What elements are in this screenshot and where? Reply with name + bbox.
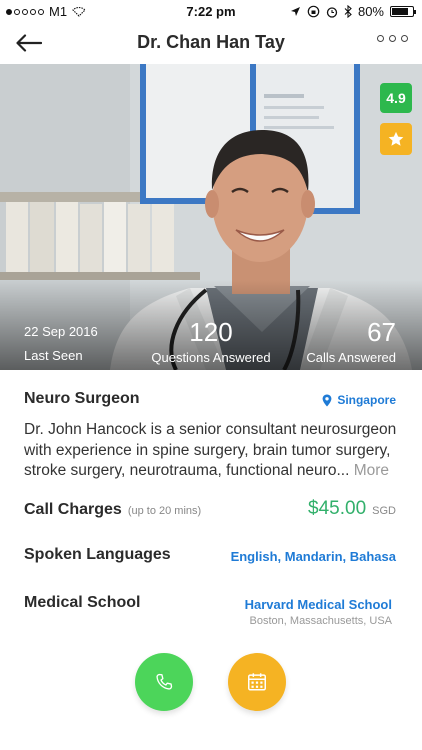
location-arrow-icon (290, 7, 300, 16)
calendar-icon (248, 673, 266, 691)
doctor-bio: Dr. John Hancock is a senior consultant … (24, 420, 400, 482)
calls-answered-count: 67 (367, 317, 396, 347)
phone-icon (156, 673, 173, 690)
price-currency: SGD (372, 505, 396, 517)
rating-badge: 4.9 (380, 83, 412, 113)
status-bar: M1 7:22 pm 80% (0, 0, 422, 22)
battery-icon (390, 6, 416, 17)
arrow-left-icon (16, 34, 42, 52)
bio-more-link[interactable]: More (354, 462, 389, 479)
medical-school-link[interactable]: Harvard Medical School (245, 597, 392, 612)
medical-school-label: Medical School (24, 594, 141, 611)
alarm-icon (326, 6, 338, 18)
doctor-hero: 4.9 22 Sep 2016 Last Seen 120 Questions … (0, 64, 422, 370)
map-pin-icon (322, 394, 332, 406)
price-amount: $45.00 (308, 498, 367, 519)
spoken-languages-label: Spoken Languages (24, 546, 171, 563)
nav-bar: Dr. Chan Han Tay (0, 22, 422, 64)
spoken-languages-value: English, Mandarin, Bahasa (230, 549, 396, 564)
page-title: Dr. Chan Han Tay (137, 32, 285, 52)
questions-answered-count: 120 (189, 317, 233, 347)
star-icon (388, 131, 404, 146)
back-button[interactable] (12, 28, 46, 58)
bio-text: Dr. John Hancock is a senior consultant … (24, 421, 397, 479)
more-horizontal-icon (377, 35, 384, 42)
questions-answered-label: Questions Answered (151, 350, 271, 365)
orientation-lock-icon (307, 5, 320, 18)
call-price: $45.00 SGD (308, 498, 396, 520)
location-link[interactable]: Singapore (322, 393, 396, 407)
call-charges-note: (up to 20 mins) (127, 505, 202, 517)
last-seen-label: Last Seen (24, 348, 83, 363)
bluetooth-icon (344, 5, 352, 18)
call-charges-label: Call Charges (up to 20 mins) (24, 501, 202, 518)
specialty: Neuro Surgeon (24, 390, 140, 407)
more-options-button[interactable] (377, 35, 408, 42)
battery-percent: 80% (357, 4, 384, 19)
calls-answered-label: Calls Answered (306, 350, 396, 365)
last-seen-date: 22 Sep 2016 (24, 324, 98, 339)
location-label: Singapore (337, 393, 396, 407)
favorite-button[interactable] (380, 123, 412, 155)
medical-school-location: Boston, Massachusetts, USA (249, 615, 392, 627)
schedule-button[interactable] (228, 653, 286, 711)
status-right: 80% (290, 4, 416, 19)
call-button[interactable] (135, 653, 193, 711)
